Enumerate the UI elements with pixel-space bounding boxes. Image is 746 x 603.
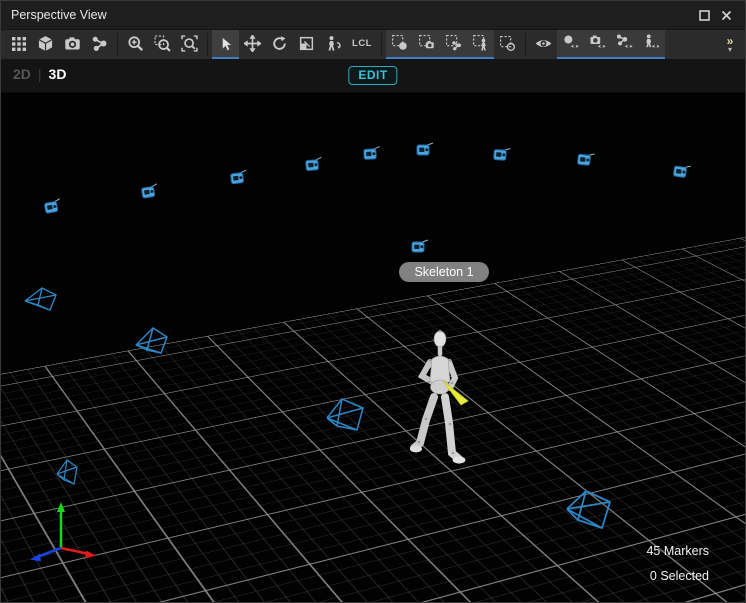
zoom-fit-icon [181,35,198,52]
lcl-coordinate-button[interactable]: LCL [347,30,377,59]
skeleton-name-badge: Skeleton 1 [399,262,489,282]
cube-icon [37,35,54,52]
select-filter-other-button[interactable] [494,30,521,59]
camera-icon[interactable] [672,163,692,180]
viewport-toolbar: LCL [1,29,745,59]
devices-hub-button[interactable] [86,30,113,59]
translate-icon [244,35,261,52]
select-markers-icon [391,34,408,51]
zoom-fit-button[interactable] [176,30,203,59]
viewport-3d[interactable]: 2D | 3D EDIT [1,59,745,603]
camera-icon[interactable] [416,142,434,157]
devices-hub-icon [91,35,108,52]
skeleton-manipulate-icon [325,35,343,52]
close-icon [721,10,732,21]
scale-icon [298,35,315,52]
show-skeletons-icon [643,34,661,51]
eye-icon [534,35,553,52]
show-assets-button[interactable] [611,30,638,57]
axis-gizmo [21,496,111,574]
zoom-in-icon [127,35,144,52]
layout-grid-button[interactable] [5,30,32,59]
axis-x-arrow [61,548,89,554]
skeleton-actor[interactable] [399,285,483,467]
show-cameras-button[interactable] [584,30,611,57]
select-cameras-icon [418,34,435,51]
camera-icon[interactable] [43,198,63,216]
select-filter-markers-button[interactable] [386,30,413,57]
close-button[interactable] [715,5,737,25]
rotate-tool-button[interactable] [266,30,293,59]
view-mode-toggle: 2D | 3D [13,66,66,82]
mode-3d-button[interactable]: 3D [49,66,67,82]
rotate-icon [271,35,288,52]
show-assets-icon [616,34,634,51]
scale-tool-button[interactable] [293,30,320,59]
mode-2d-button[interactable]: 2D [13,66,31,82]
toolbar-separator [207,33,208,56]
marker-count: 45 Markers [646,544,709,558]
camera-icon[interactable] [229,169,249,186]
select-filter-assets-button[interactable] [440,30,467,57]
window-title: Perspective View [11,8,693,22]
show-skeletons-button[interactable] [638,30,665,57]
camera-icon[interactable] [304,156,323,173]
select-filter-cameras-button[interactable] [413,30,440,57]
camera-icon[interactable] [363,146,382,162]
show-toggle-group [557,30,665,59]
selected-count: 0 Selected [650,569,709,583]
toolbar-separator [117,33,118,56]
mode-divider: | [38,66,42,82]
maximize-icon [699,10,710,21]
select-cursor-icon [218,36,234,52]
select-filter-group [386,30,494,59]
show-markers-button[interactable] [557,30,584,57]
translate-tool-button[interactable] [239,30,266,59]
toolbar-separator [525,33,526,56]
select-other-icon [499,35,516,52]
edit-button[interactable]: EDIT [348,66,397,85]
toolbar-separator [381,33,382,56]
select-tool-button[interactable] [212,30,239,59]
caret-down-icon: ▾ [728,46,732,54]
select-filter-skeletons-button[interactable] [467,30,494,57]
axis-z-arrow [37,548,61,557]
zoom-region-icon [154,35,171,52]
layout-grid-icon [11,36,27,52]
camera-icon[interactable] [411,239,429,254]
view-mode-strip: 2D | 3D EDIT [1,59,745,93]
show-cameras-icon [589,34,607,51]
scene-cube-button[interactable] [32,30,59,59]
camera-icon[interactable] [576,151,595,168]
zoom-in-button[interactable] [122,30,149,59]
camera-icon[interactable] [492,146,511,162]
cameras-layer [1,59,745,603]
perspective-view-window: Perspective View [0,0,746,603]
title-bar: Perspective View [1,1,745,29]
show-markers-icon [562,34,580,51]
maximize-button[interactable] [693,5,715,25]
skeleton-manipulate-button[interactable] [320,30,347,59]
select-skeletons-icon [472,34,489,51]
select-assets-icon [445,34,462,51]
camera-icon [64,35,81,52]
camera-icon[interactable] [140,183,160,201]
visibility-button[interactable] [530,30,557,59]
toolbar-overflow-button[interactable]: » ▾ [719,30,741,59]
zoom-region-button[interactable] [149,30,176,59]
camera-view-button[interactable] [59,30,86,59]
